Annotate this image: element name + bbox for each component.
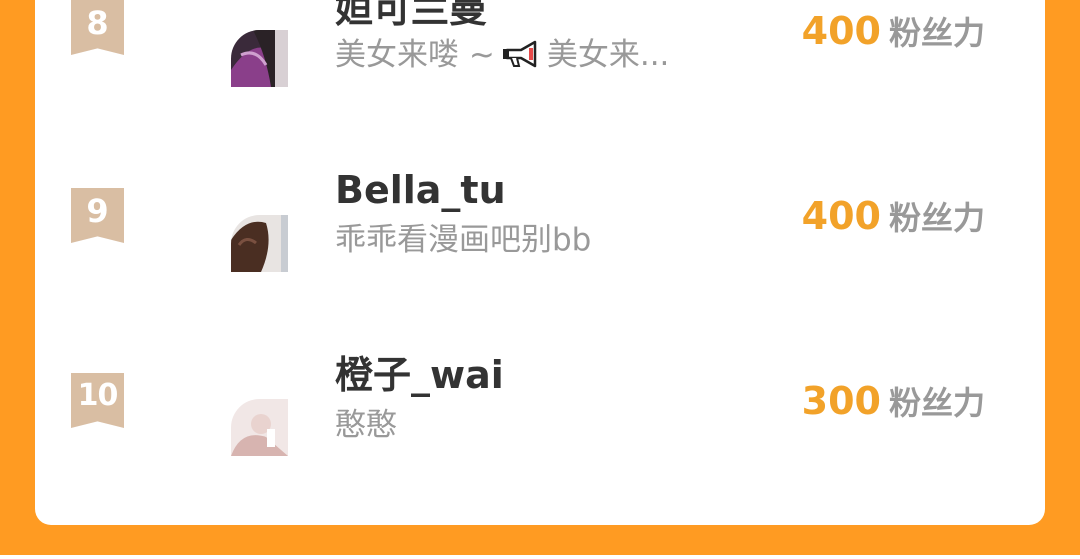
leaderboard-card: 8 姮可兰曼 美女来喽 ~ 美女来... 400 粉丝力 9 Bella_tu …	[35, 0, 1045, 525]
score: 300 粉丝力	[802, 376, 985, 434]
score: 400 粉丝力	[802, 191, 985, 249]
rank-number: 10	[77, 378, 119, 413]
leaderboard-row[interactable]: 9 Bella_tu 乖乖看漫画吧别bb 400 粉丝力	[35, 150, 1045, 300]
user-name: Bella_tu	[335, 168, 506, 212]
avatar[interactable]	[231, 30, 288, 87]
user-description: 美女来喽 ~ 美女来...	[335, 37, 670, 73]
avatar-image	[231, 399, 288, 456]
score-value: 300	[801, 379, 881, 423]
avatar-image	[231, 215, 288, 272]
score-unit: 粉丝力	[888, 199, 985, 237]
avatar-image	[231, 30, 288, 87]
score-value: 400	[801, 194, 881, 238]
score-unit: 粉丝力	[888, 384, 985, 422]
score-unit: 粉丝力	[888, 14, 985, 52]
rank-badge: 10	[71, 373, 124, 428]
rank-number: 8	[86, 4, 109, 42]
user-name: 橙子_wai	[335, 353, 504, 397]
score-value: 400	[801, 9, 881, 53]
score: 400 粉丝力	[802, 6, 985, 64]
user-description: 憨憨	[335, 407, 397, 443]
avatar[interactable]	[231, 215, 288, 272]
rank-number: 9	[86, 192, 109, 230]
user-description: 乖乖看漫画吧别bb	[335, 222, 592, 258]
user-name: 姮可兰曼	[335, 0, 488, 31]
leaderboard-row[interactable]: 10 橙子_wai 憨憨 300 粉丝力	[35, 335, 1045, 485]
leaderboard-row[interactable]: 8 姮可兰曼 美女来喽 ~ 美女来... 400 粉丝力	[35, 0, 1045, 110]
rank-badge: 9	[71, 188, 124, 243]
megaphone-icon	[502, 40, 537, 68]
rank-badge: 8	[71, 0, 124, 55]
avatar[interactable]	[231, 399, 288, 456]
